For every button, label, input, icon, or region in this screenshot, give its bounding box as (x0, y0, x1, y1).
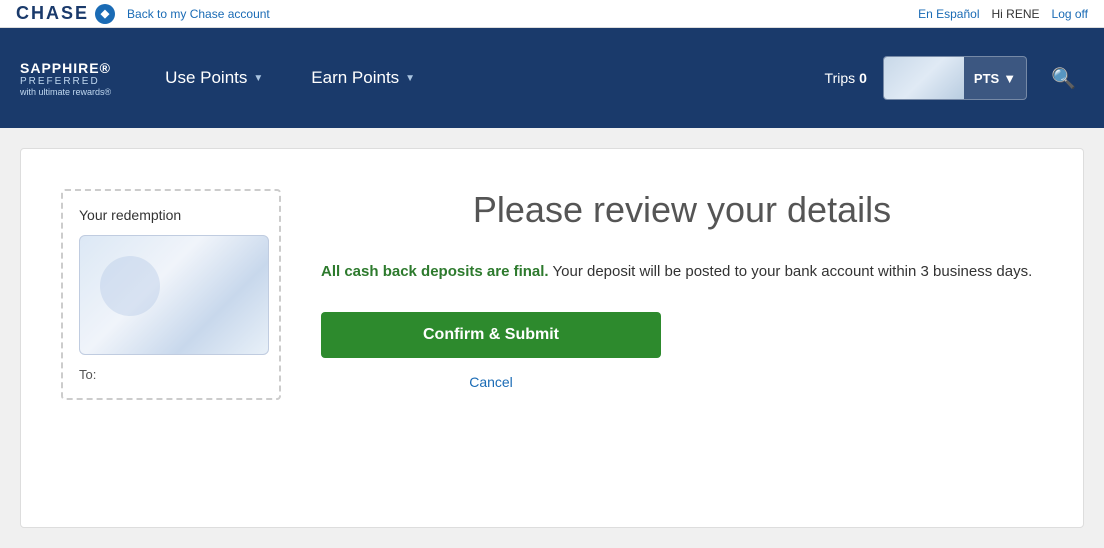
top-bar-right: En Español Hi RENE Log off (918, 7, 1088, 21)
trips-count: 0 (859, 70, 867, 86)
notice-normal: Your deposit will be posted to your bank… (553, 263, 1033, 280)
pts-arrow: ▼ (1003, 71, 1016, 86)
to-label: To: (79, 367, 263, 382)
left-panel: Your redemption To: (61, 189, 281, 487)
use-points-nav[interactable]: Use Points ▼ (141, 28, 287, 128)
earn-points-nav[interactable]: Earn Points ▼ (287, 28, 439, 128)
notice-text: All cash back deposits are final. Your d… (321, 261, 1043, 284)
pts-card-image (884, 56, 964, 100)
top-bar-left: CHASE ◆ Back to my Chase account (16, 3, 270, 24)
redemption-card-image (79, 235, 269, 355)
pts-label-area: PTS ▼ (964, 71, 1026, 86)
top-bar: CHASE ◆ Back to my Chase account En Espa… (0, 0, 1104, 28)
chase-brand: CHASE (16, 3, 89, 24)
ultimate-rewards-text: with ultimate rewards® (20, 87, 111, 97)
notice-bold: All cash back deposits are final. (321, 263, 549, 280)
logo-area: SAPPHIRE® PREFERRED with ultimate reward… (20, 60, 111, 97)
review-card: Your redemption To: Please review your d… (20, 148, 1084, 528)
logoff-link[interactable]: Log off (1052, 7, 1088, 21)
search-icon[interactable]: 🔍 (1043, 66, 1084, 91)
right-panel: Please review your details All cash back… (321, 189, 1043, 487)
main-content: Your redemption To: Please review your d… (0, 128, 1104, 548)
nav-bar: SAPPHIRE® PREFERRED with ultimate reward… (0, 28, 1104, 128)
nav-links: Use Points ▼ Earn Points ▼ (141, 28, 824, 128)
use-points-label: Use Points (165, 68, 247, 88)
nav-right: Trips 0 PTS ▼ 🔍 (825, 56, 1084, 100)
chase-icon: ◆ (95, 4, 115, 24)
sapphire-text: SAPPHIRE® (20, 60, 111, 76)
preferred-text: PREFERRED (20, 76, 111, 87)
greeting-text: Hi RENE (992, 7, 1040, 21)
chase-logo: CHASE ◆ (16, 3, 115, 24)
sapphire-logo: SAPPHIRE® PREFERRED with ultimate reward… (20, 60, 111, 97)
trips-badge: Trips 0 (825, 70, 867, 86)
cancel-link[interactable]: Cancel (321, 374, 661, 390)
confirm-submit-button[interactable]: Confirm & Submit (321, 312, 661, 358)
trips-label: Trips (825, 70, 856, 86)
redemption-title: Your redemption (79, 207, 263, 223)
earn-points-label: Earn Points (311, 68, 399, 88)
use-points-arrow: ▼ (253, 73, 263, 84)
back-to-chase-link[interactable]: Back to my Chase account (127, 7, 270, 21)
pts-badge[interactable]: PTS ▼ (883, 56, 1027, 100)
review-title: Please review your details (321, 189, 1043, 231)
redemption-box: Your redemption To: (61, 189, 281, 400)
language-link[interactable]: En Español (918, 7, 979, 21)
earn-points-arrow: ▼ (405, 73, 415, 84)
pts-text: PTS (974, 71, 999, 86)
